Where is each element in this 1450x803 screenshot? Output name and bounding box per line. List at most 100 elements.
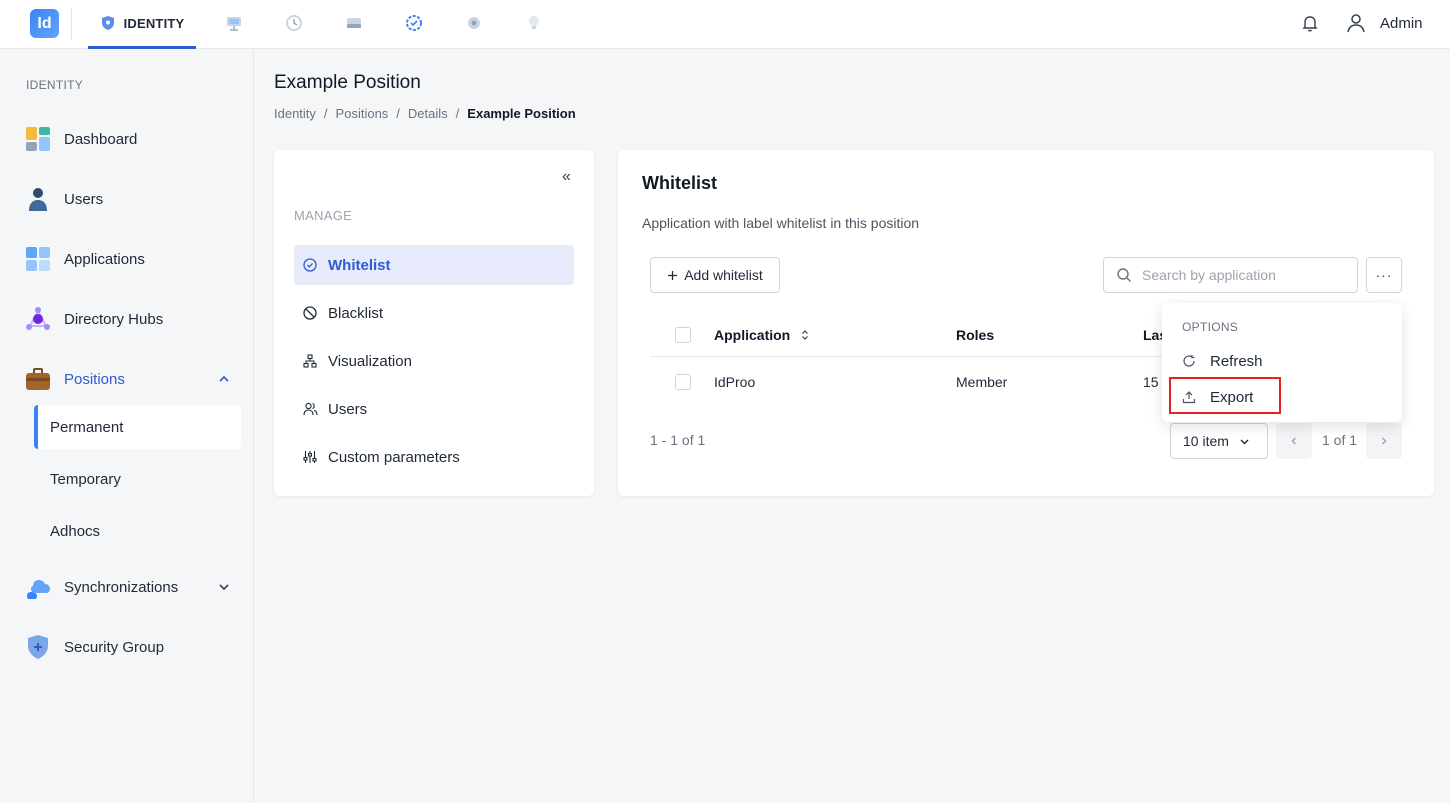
sidebar-item-label: Directory Hubs [64,310,164,328]
manage-item-label: Whitelist [328,256,391,274]
breadcrumb-item-positions[interactable]: Positions [336,106,389,121]
chevron-right-icon [1382,437,1387,445]
divider [71,8,72,40]
history-icon[interactable] [283,12,305,34]
sidebar: IDENTITY Dashboard Users Applications Di… [0,49,254,803]
column-header-roles: Roles [956,327,995,343]
breadcrumb-current: Example Position [467,106,576,121]
gear-icon[interactable] [463,12,485,34]
sidebar-subitem-label: Temporary [50,470,121,488]
sidebar-item-synchronizations[interactable]: Synchronizations [24,572,234,602]
top-bar: Id IDENTITY Admin [0,0,1450,49]
user-icon[interactable] [1345,12,1367,34]
briefcase-icon [24,365,52,393]
sidebar-item-label: Dashboard [64,130,138,148]
cloud-sync-icon [24,573,52,601]
sidebar-item-users[interactable]: Users [24,184,234,214]
manage-item-visualization[interactable]: Visualization [294,341,574,381]
row-checkbox[interactable] [675,374,691,390]
app-logo-text: Id [37,14,52,32]
sidebar-item-label: Positions [64,370,125,388]
breadcrumb-separator: / [455,106,460,121]
sidebar-item-dashboard[interactable]: Dashboard [24,124,234,154]
options-menu: OPTIONS Refresh Export [1162,303,1402,422]
column-header-application[interactable]: Application [714,327,790,343]
hierarchy-icon [302,353,318,369]
user-name[interactable]: Admin [1380,15,1423,32]
sidebar-item-label: Synchronizations [64,578,179,596]
export-icon [1182,390,1196,404]
manage-item-custom-parameters[interactable]: Custom parameters [294,437,574,477]
server-icon[interactable] [343,12,365,34]
sliders-icon [302,449,318,465]
search-box [1103,257,1358,293]
sidebar-subitem-label: Permanent [50,418,124,436]
app-logo[interactable]: Id [30,9,59,38]
next-page-button[interactable] [1366,423,1402,459]
page-size-value: 10 item [1183,433,1229,449]
refresh-icon [1182,354,1196,368]
manage-item-whitelist[interactable]: Whitelist [294,245,574,285]
check-circle-icon[interactable] [403,12,425,34]
manage-panel: « MANAGE Whitelist Blacklist Visualizati… [274,150,594,496]
more-options-button[interactable]: ··· [1366,257,1402,293]
manage-item-blacklist[interactable]: Blacklist [294,293,574,333]
prev-page-button[interactable] [1276,423,1312,459]
lightbulb-icon[interactable] [523,12,545,34]
chevron-down-icon [1240,439,1249,444]
nav-identity-label: IDENTITY [123,15,185,31]
breadcrumb-item-details[interactable]: Details [408,106,448,121]
menu-item-export[interactable]: Export [1174,380,1284,414]
sidebar-item-positions[interactable]: Positions [24,364,234,394]
cell-application: IdProo [714,374,756,390]
sort-icon[interactable] [801,329,809,341]
page-size-select[interactable]: 10 item [1170,423,1268,459]
sidebar-item-security-group[interactable]: Security Group [24,632,234,662]
pagination-range: 1 - 1 of 1 [650,432,706,448]
breadcrumb-separator: / [323,106,328,121]
menu-item-refresh[interactable]: Refresh [1174,344,1284,378]
applications-icon [24,245,52,273]
cell-last: 15 [1143,374,1159,390]
manage-item-label: Custom parameters [328,448,460,466]
collapse-panel-button[interactable]: « [562,168,571,186]
sidebar-item-label: Applications [64,250,145,268]
chevron-down-icon [219,584,229,591]
ban-icon [302,305,318,321]
search-icon [1117,268,1131,282]
manage-item-label: Users [328,400,368,418]
sidebar-subitem-temporary[interactable]: Temporary [34,457,241,501]
bell-icon[interactable] [1300,13,1320,33]
shield-plus-icon [24,633,52,661]
whitelist-description: Application with label whitelist in this… [642,215,920,231]
users-icon [24,185,52,213]
nav-tab-identity[interactable]: IDENTITY [88,0,196,49]
select-all-checkbox[interactable] [675,327,691,343]
manage-item-label: Blacklist [328,304,384,322]
monitor-icon[interactable] [223,12,245,34]
whitelist-title: Whitelist [642,173,717,193]
manage-section-title: MANAGE [294,208,353,223]
sidebar-item-applications[interactable]: Applications [24,244,234,274]
manage-item-users[interactable]: Users [294,389,574,429]
breadcrumb-separator: / [396,106,400,121]
sidebar-item-label: Security Group [64,638,165,656]
breadcrumb: Identity / Positions / Details / Example… [274,106,576,121]
sidebar-subitem-permanent[interactable]: Permanent [34,405,241,449]
dashboard-icon [24,125,52,153]
shield-icon [101,16,114,30]
plus-icon [668,270,678,280]
search-input[interactable] [1142,267,1342,283]
add-whitelist-button[interactable]: Add whitelist [650,257,780,293]
sidebar-item-directory-hubs[interactable]: Directory Hubs [24,304,234,334]
sidebar-section-title: IDENTITY [26,78,84,92]
chevron-left-icon [1291,437,1296,445]
options-menu-title: OPTIONS [1182,320,1239,334]
sidebar-subitem-adhocs[interactable]: Adhocs [34,509,241,553]
chevron-up-icon [219,375,229,382]
add-whitelist-label: Add whitelist [684,267,763,283]
sidebar-subitem-label: Adhocs [50,522,101,540]
check-circle-icon [302,257,318,273]
breadcrumb-item-identity[interactable]: Identity [274,106,316,121]
menu-item-label: Export [1210,388,1254,406]
